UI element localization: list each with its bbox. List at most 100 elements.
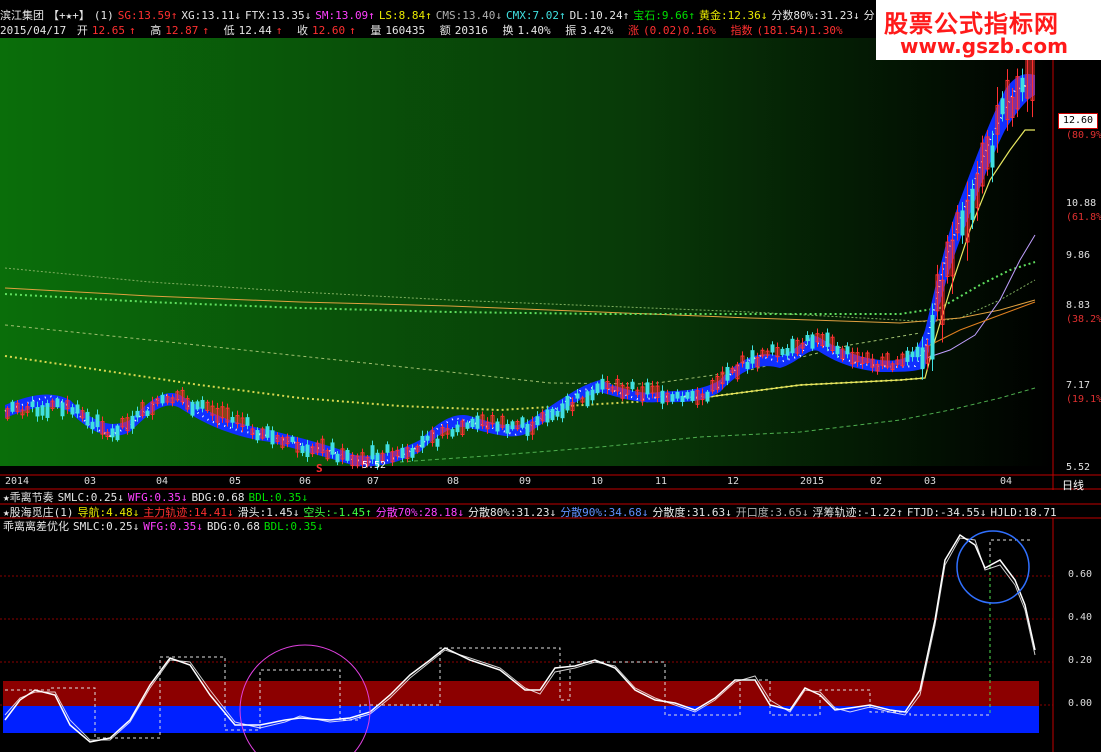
candle-body (845, 346, 850, 355)
indicator-header: 滨江集团 【+★+】 (1) SG:13.59↑ XG:13.11↓ FTX:13.35↓… (0, 8, 875, 23)
candle-body (675, 391, 680, 399)
quote-volume: 量 160435 (370, 24, 426, 37)
osc-axis-tick: 0.60 (1068, 569, 1093, 580)
candle-body (35, 407, 40, 417)
header-indicator-item: SM:13.09↑ (315, 9, 375, 22)
time-axis-tick: 2014 (5, 476, 30, 487)
candle-body (255, 430, 260, 441)
candle-body (585, 391, 590, 407)
quote-high: 高 12.87 ↑ (150, 24, 209, 37)
candle-body (545, 409, 550, 423)
candle-body (190, 401, 195, 416)
candle-body (265, 426, 270, 438)
price-axis-tick: (19.1%) (1066, 394, 1101, 405)
candle-body (270, 430, 275, 445)
candle-body (920, 347, 925, 370)
candle-body (770, 344, 775, 353)
time-axis-tick: 07 (367, 476, 380, 487)
sub1-indicator-item: WFG:0.35↓ (127, 491, 188, 504)
watermark-url: www.gszb.com (900, 34, 1068, 58)
sub1-title: ★乖离节奏 (3, 491, 54, 504)
candle-body (565, 395, 570, 411)
main-chart[interactable] (0, 0, 1101, 752)
candle-body (510, 421, 515, 430)
candle-body (135, 410, 140, 418)
candle-body (790, 338, 795, 354)
candle-body (400, 447, 405, 459)
header-indicator-item: SG:13.59↑ (117, 9, 178, 22)
price-axis-tick: 8.83 (1066, 300, 1091, 311)
stock-name: 滨江集团 (0, 9, 44, 22)
candle-body (330, 442, 335, 455)
candle-body (300, 445, 305, 454)
candle-body (505, 423, 510, 434)
candle-body (420, 435, 425, 448)
header-indicator-item: XG:13.11↓ (181, 9, 241, 22)
candle-body (705, 391, 710, 402)
time-axis-tick: 04 (156, 476, 169, 487)
candle-body (805, 334, 810, 342)
candle-body (990, 145, 995, 168)
header-indicator-item: 分散度 (863, 9, 875, 22)
candle-body (780, 348, 785, 356)
candle-body (960, 210, 965, 236)
sub2-indicator-item: 开口度:3.65↓ (735, 506, 809, 519)
candle-body (905, 350, 910, 362)
sub3-indicator-item: WFG:0.35↓ (143, 520, 203, 533)
candle-body (910, 351, 915, 358)
current-price-tag: 12.60 (1058, 113, 1098, 129)
sub2-indicator-item: 滑头:1.45↓ (237, 506, 300, 519)
time-axis-tick: 03 (84, 476, 97, 487)
time-axis-tick: 11 (655, 476, 668, 487)
sub2-indicator-item: HJLD:18.71 (990, 506, 1057, 519)
sub2-indicator-item: 分散70%:28.18↓ (375, 506, 464, 519)
time-axis-tick: 2015 (800, 476, 825, 487)
sub2-indicator-item: 浮筹轨迹:-1.22↑ (812, 506, 903, 519)
candle-body (70, 407, 75, 415)
candle-body (810, 334, 815, 349)
sub1-indicator-item: BDG:0.68 (191, 491, 245, 504)
candle-body (785, 348, 790, 356)
price-axis-tick: 10.88 (1066, 198, 1097, 209)
candle-body (590, 389, 595, 401)
time-axis-tick: 12 (727, 476, 740, 487)
candle-body (550, 408, 555, 421)
sub-panel-1-header: ★乖离节奏 SMLC:0.25↓ WFG:0.35↓ BDG:0.68 BDL:0.35… (3, 490, 1098, 505)
candle-body (410, 447, 415, 458)
osc-axis-tick: 0.20 (1068, 655, 1093, 666)
candle-body (595, 383, 600, 394)
quote-turnover: 换 1.40% (502, 24, 551, 37)
quote-amount: 额 20316 (439, 24, 488, 37)
quote-index: 指数 (181.54)1.30% (730, 24, 843, 37)
sub2-indicator-item: FTJD:-34.55↓ (906, 506, 987, 519)
candle-body (55, 398, 60, 408)
candle-body (305, 444, 310, 458)
candle-body (930, 314, 935, 360)
candle-body (95, 414, 100, 428)
price-axis-tick: (38.2%) (1066, 314, 1101, 325)
candle-body (555, 410, 560, 417)
candle-body (465, 422, 470, 429)
candle-body (685, 392, 690, 399)
sub2-indicator-item: 分散80%:31.23↓ (467, 506, 557, 519)
count-label: (1) (93, 9, 114, 22)
price-axis-tick: 5.52 (1066, 462, 1091, 473)
header-indicator-item: CMS:13.40↓ (435, 9, 503, 22)
header-indicator-item: CMX:7.02↑ (506, 9, 566, 22)
candle-body (75, 404, 80, 414)
candle-body (535, 416, 540, 426)
quote-change: 涨 (0.02)0.16% (627, 24, 716, 37)
header-indicator-item: LS:8.84↑ (378, 9, 432, 22)
candle-body (525, 423, 530, 436)
price-axis-tick: (80.9%) (1066, 130, 1101, 141)
candle-body (745, 361, 750, 369)
candle-body (335, 453, 340, 463)
candle-body (725, 366, 730, 381)
candle-body (915, 346, 920, 358)
candle-body (90, 421, 95, 430)
price-axis-tick: 7.17 (1066, 380, 1091, 391)
header-indicator-item: 分数80%:31.23↓ (771, 9, 860, 22)
candle-body (435, 438, 440, 447)
sub1-indicator-item: BDL:0.35↓ (248, 491, 309, 504)
candle-body (130, 415, 135, 429)
